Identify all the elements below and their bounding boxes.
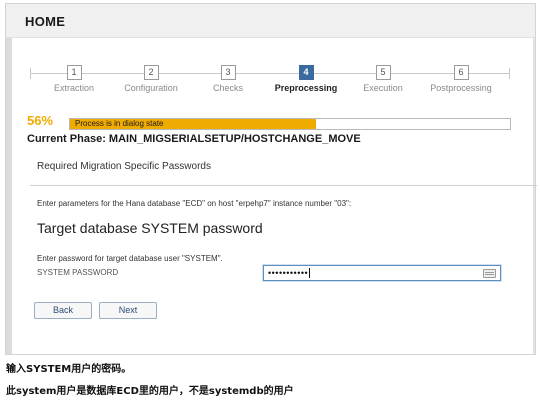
sapup-frame: HOME 1 Extraction 2 Configuration 3 Chec… [5,3,537,355]
right-border [533,4,535,354]
parameters-text: Enter parameters for the Hana database "… [37,199,352,208]
step-number: 2 [143,65,159,80]
next-button[interactable]: Next [99,302,157,319]
roadmap-end-tick [509,68,510,79]
step-label: Execution [363,83,403,93]
text-caret [309,268,310,278]
password-heading: Target database SYSTEM password [37,220,263,236]
step-number: 3 [220,65,236,80]
step-number: 5 [375,65,391,80]
password-label: SYSTEM PASSWORD [37,268,119,277]
step-number: 6 [453,65,469,80]
step-number: 1 [66,65,82,80]
current-phase: Current Phase: MAIN_MIGSERIALSETUP/HOSTC… [27,133,361,145]
back-button[interactable]: Back [34,302,92,319]
progress-bar: Process is in dialog state [69,118,511,130]
section-divider [30,185,537,186]
caption-line-2: 此system用户是数据库ECD里的用户，不是systemdb的用户 [6,386,294,397]
step-label: Postprocessing [430,83,492,93]
progress-row: 56% Process is in dialog state [27,113,513,131]
page-title: HOME [25,14,66,29]
roadmap: 1 Extraction 2 Configuration 3 Checks 4 … [30,62,510,102]
step-number: 4 [298,65,314,80]
keyboard-icon[interactable] [483,269,496,278]
left-border [6,4,12,354]
password-value: ••••••••••• [268,268,309,278]
progress-percent: 56% [27,113,54,128]
progress-status: Process is in dialog state [75,119,164,128]
system-password-input[interactable]: ••••••••••• [263,265,501,281]
step-label: Checks [212,83,243,93]
password-description: Enter password for target database user … [37,254,223,263]
caption-line-1: 输入SYSTEM用户的密码。 [6,364,132,375]
section-title: Required Migration Specific Passwords [37,161,211,172]
step-postprocessing[interactable]: 6 Postprocessing [416,62,506,93]
step-execution[interactable]: 5 Execution [338,62,428,93]
header-bar: HOME [6,4,535,38]
step-checks[interactable]: 3 Checks [183,62,273,93]
